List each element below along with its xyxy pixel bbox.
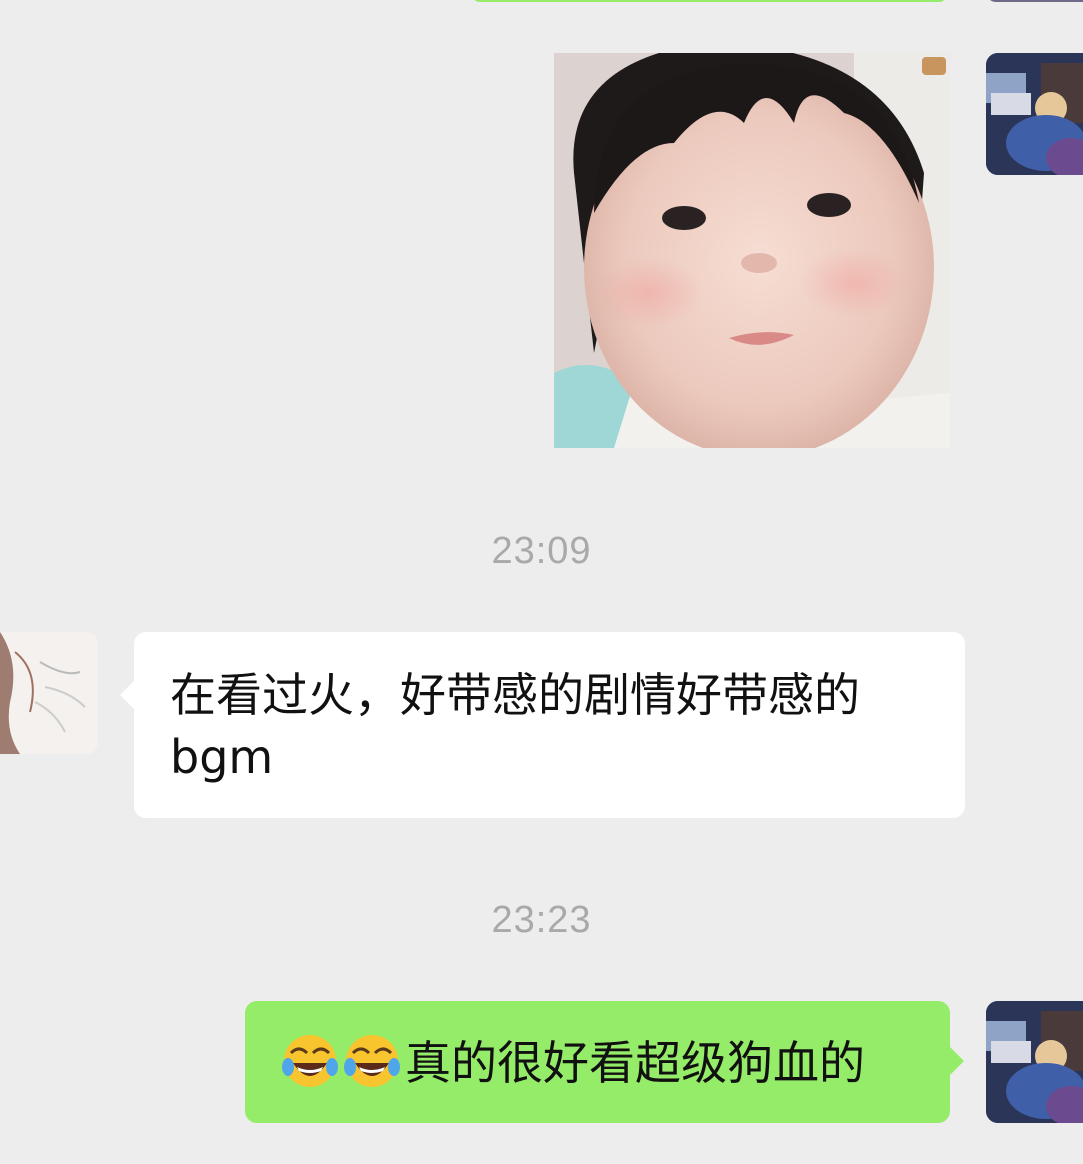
incoming-message-text: 在看过火，好带感的剧情好带感的bgm bbox=[170, 668, 860, 784]
my-avatar-partial[interactable] bbox=[986, 0, 1083, 2]
tears-of-joy-emoji bbox=[344, 1035, 400, 1087]
timestamp: 23:09 bbox=[491, 530, 592, 572]
baby-face-sticker[interactable] bbox=[554, 53, 950, 448]
outgoing-message-content: 真的很好看超级狗血的 bbox=[281, 1031, 865, 1094]
incoming-message-bubble[interactable]: 在看过火，好带感的剧情好带感的bgm bbox=[120, 632, 965, 818]
tears-of-joy-emoji bbox=[282, 1035, 338, 1087]
previous-message-bubble[interactable] bbox=[472, 0, 947, 2]
my-avatar[interactable] bbox=[986, 53, 1083, 175]
my-avatar[interactable] bbox=[986, 1001, 1083, 1123]
contact-avatar[interactable] bbox=[0, 632, 98, 754]
outgoing-message-text: 真的很好看超级狗血的 bbox=[405, 1036, 865, 1090]
bubble-tail bbox=[949, 1046, 964, 1076]
timestamp: 23:23 bbox=[491, 899, 592, 941]
outgoing-message-bubble[interactable]: 真的很好看超级狗血的 bbox=[245, 1001, 964, 1123]
bubble-tail bbox=[120, 680, 135, 710]
